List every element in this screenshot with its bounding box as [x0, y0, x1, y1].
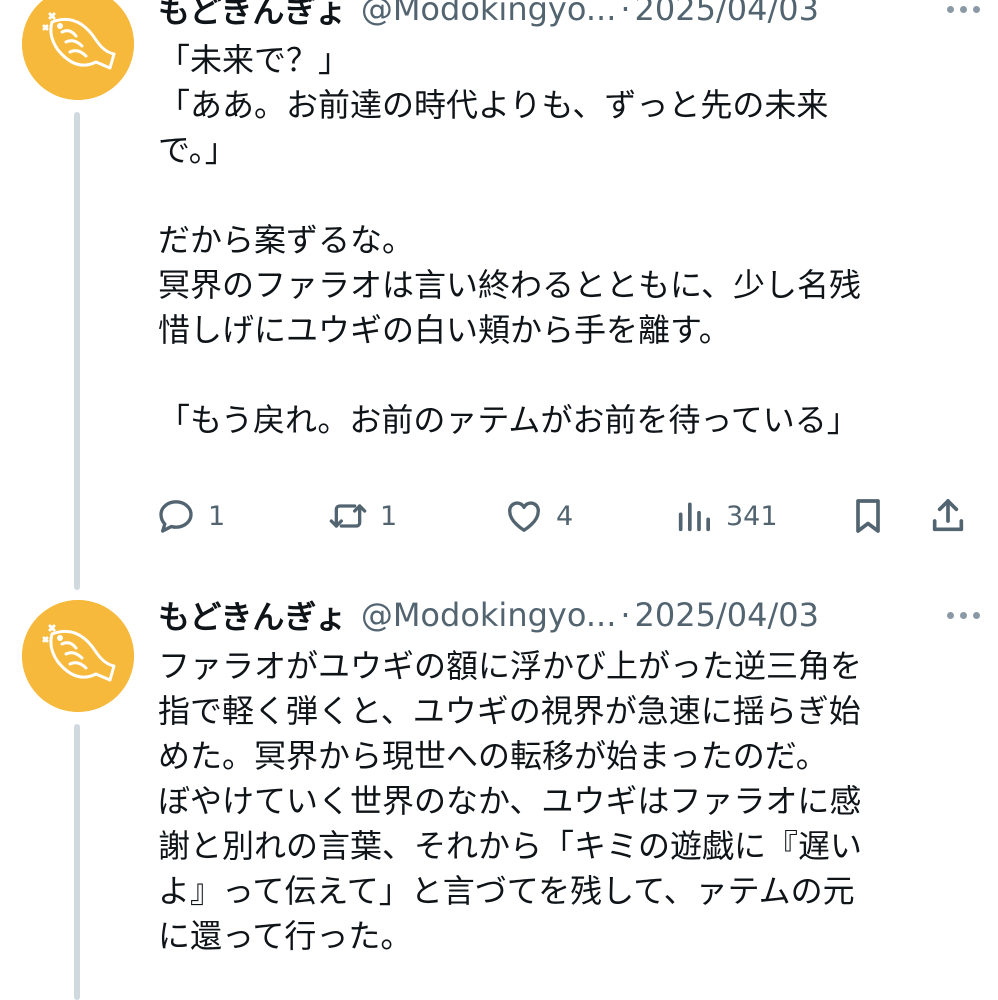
text-line: ぼやけていく世界のなか、ユウギはファラオに感: [158, 782, 862, 820]
text-line: よ』って伝えて」と言づてを残して、ァテムの元: [158, 872, 855, 910]
tweet-header: もどきんぎょ @Modokingyo... · 2025/04/03: [158, 592, 986, 638]
text-line: に還って行った。: [158, 917, 413, 955]
text-line: [158, 353, 978, 398]
thread-line-top: [74, 112, 80, 590]
views-button[interactable]: 341: [674, 492, 778, 540]
tweet-date[interactable]: 2025/04/03: [635, 0, 819, 28]
share-button[interactable]: [928, 492, 968, 540]
share-icon: [932, 499, 964, 532]
text-line: 「もう戻れ。お前のァテムがお前を待っている」: [158, 401, 859, 439]
bookmark-button[interactable]: [848, 492, 888, 540]
avatar[interactable]: [22, 0, 134, 100]
display-name[interactable]: もどきんぎょ: [158, 0, 347, 32]
avatar[interactable]: [22, 600, 134, 712]
text-line: 惜しげにユウギの白い頬から手を離す。: [158, 311, 731, 349]
retweet-icon: [329, 504, 367, 528]
heart-icon: [508, 501, 540, 532]
user-handle[interactable]: @Modokingyo...: [361, 596, 617, 634]
text-line: [158, 173, 978, 218]
text-line: 「ああ。お前達の時代よりも、ずっと先の未来: [158, 86, 829, 124]
goldfish-avatar-icon: [22, 0, 134, 100]
retweet-count: 1: [380, 500, 398, 532]
more-options-icon[interactable]: [941, 2, 986, 17]
thread-line-bottom: [74, 724, 80, 1000]
tweet-header: もどきんぎょ @Modokingyo... · 2025/04/03: [158, 0, 986, 32]
views-chart-icon: [678, 502, 710, 532]
text-line: めた。冥界から現世への転移が始まったのだ。: [158, 737, 828, 775]
text-line: だから案ずるな。: [158, 221, 415, 259]
tweet-text: ファラオがユウギの額に浮かび上がった逆三角を 指で軽く弾くと、ユウギの視界が急速…: [158, 644, 978, 959]
goldfish-avatar-icon: [22, 600, 134, 712]
text-line: で。」: [158, 131, 237, 169]
text-line: 冥界のファラオは言い終わるとともに、少し名残: [158, 266, 862, 304]
text-line: ファラオがユウギの額に浮かび上がった逆三角を: [158, 647, 863, 685]
separator: ·: [620, 0, 631, 28]
reply-button[interactable]: 1: [156, 492, 225, 540]
retweet-button[interactable]: 1: [328, 492, 397, 540]
view-count: 341: [726, 500, 778, 532]
text-line: 謝と別れの言葉、それから「キミの遊戯に『遅い: [158, 827, 863, 865]
user-handle[interactable]: @Modokingyo...: [361, 0, 617, 28]
like-button[interactable]: 4: [504, 492, 573, 540]
reply-count: 1: [208, 500, 226, 532]
display-name[interactable]: もどきんぎょ: [158, 592, 347, 638]
reply-icon: [159, 500, 193, 533]
bookmark-icon: [856, 499, 880, 533]
tweet-actions: 1 1 4 341: [156, 492, 980, 540]
tweet-text: 「未来で？」 「ああ。お前達の時代よりも、ずっと先の未来 で。」 だから案ずるな…: [158, 38, 978, 443]
like-count: 4: [556, 500, 574, 532]
text-line: 指で軽く弾くと、ユウギの視界が急速に揺らぎ始: [158, 692, 861, 730]
separator: ·: [620, 596, 631, 634]
more-options-icon[interactable]: [941, 608, 986, 623]
text-line: 「未来で？」: [158, 41, 351, 79]
tweet-date[interactable]: 2025/04/03: [635, 596, 819, 634]
